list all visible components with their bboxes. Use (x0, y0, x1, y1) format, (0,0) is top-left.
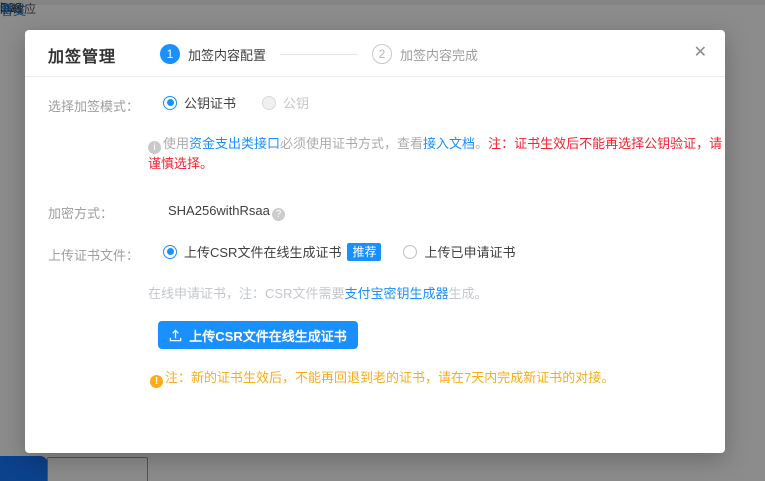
encrypt-value-text: SHA256withRsaa (168, 203, 270, 218)
cert-switch-warning: !注：新的证书生效后，不能再回退到老的证书，请在7天内完成新证书的对接。 (150, 367, 614, 388)
radio-public-key-label: 公钥 (283, 93, 309, 112)
radio-circle (403, 245, 417, 259)
sign-mode-radio-group: 公钥证书 公钥 (163, 93, 309, 112)
step-connector-line (280, 54, 358, 55)
encrypt-mode-value: SHA256withRsaa? (168, 203, 285, 221)
upload-icon (169, 329, 182, 342)
hint-prefix: 在线申请证书，注：CSR文件需要 (148, 286, 344, 301)
radio-upload-existing-label: 上传已申请证书 (424, 242, 515, 261)
note-middle: 必须使用证书方式，查看 (280, 136, 423, 151)
dialog-title: 加签管理 (48, 43, 116, 67)
step-1-label: 加签内容配置 (188, 45, 266, 64)
step-1-circle: 1 (160, 44, 180, 64)
warning-icon: ! (150, 375, 163, 388)
cert-mode-note: i使用资金支出类接口必须使用证书方式，查看接入文档。注：证书生效后不能再选择公钥… (148, 134, 730, 174)
close-icon[interactable]: ✕ (694, 43, 707, 63)
hint-suffix: 生成。 (448, 286, 487, 301)
step-indicator: 1 加签内容配置 2 加签内容完成 (160, 43, 478, 65)
warning-text: 注：新的证书生效后，不能再回退到老的证书，请在7天内完成新证书的对接。 (165, 370, 614, 385)
help-icon[interactable]: ? (272, 208, 285, 221)
radio-upload-csr-label: 上传CSR文件在线生成证书 (184, 242, 341, 261)
radio-public-key-cert[interactable]: 公钥证书 (163, 93, 236, 112)
upload-cert-label: 上传证书文件： (48, 245, 139, 264)
radio-circle (163, 245, 177, 259)
key-generator-link[interactable]: 支付宝密钥生成器 (344, 286, 448, 301)
note-prefix: 使用 (163, 136, 189, 151)
upload-csr-button[interactable]: 上传CSR文件在线生成证书 (158, 321, 358, 349)
csr-hint: 在线申请证书，注：CSR文件需要支付宝密钥生成器生成。 (148, 283, 487, 302)
encrypt-mode-label: 加密方式： (48, 203, 113, 222)
upload-csr-button-label: 上传CSR文件在线生成证书 (189, 326, 346, 345)
radio-public-key-cert-label: 公钥证书 (184, 93, 236, 112)
note-period: 。 (475, 136, 488, 151)
info-icon: i (148, 141, 161, 154)
dialog-header: 加签管理 1 加签内容配置 2 加签内容完成 ✕ (25, 30, 725, 77)
radio-public-key: 公钥 (262, 93, 309, 112)
recommended-badge: 推荐 (347, 243, 381, 261)
step-2-label: 加签内容完成 (400, 45, 478, 64)
radio-upload-existing[interactable]: 上传已申请证书 (403, 242, 515, 261)
funds-api-link[interactable]: 资金支出类接口 (189, 136, 280, 151)
upload-cert-radio-group: 上传CSR文件在线生成证书 推荐 上传已申请证书 (163, 242, 515, 261)
sign-mode-label: 选择加签模式： (48, 96, 139, 115)
sign-management-dialog: 加签管理 1 加签内容配置 2 加签内容完成 ✕ 选择加签模式： 公钥证书 公钥… (25, 30, 725, 453)
radio-circle (262, 96, 276, 110)
step-2-circle: 2 (372, 44, 392, 64)
radio-circle (163, 96, 177, 110)
access-doc-link[interactable]: 接入文档 (423, 136, 475, 151)
radio-upload-csr[interactable]: 上传CSR文件在线生成证书 推荐 (163, 242, 381, 261)
